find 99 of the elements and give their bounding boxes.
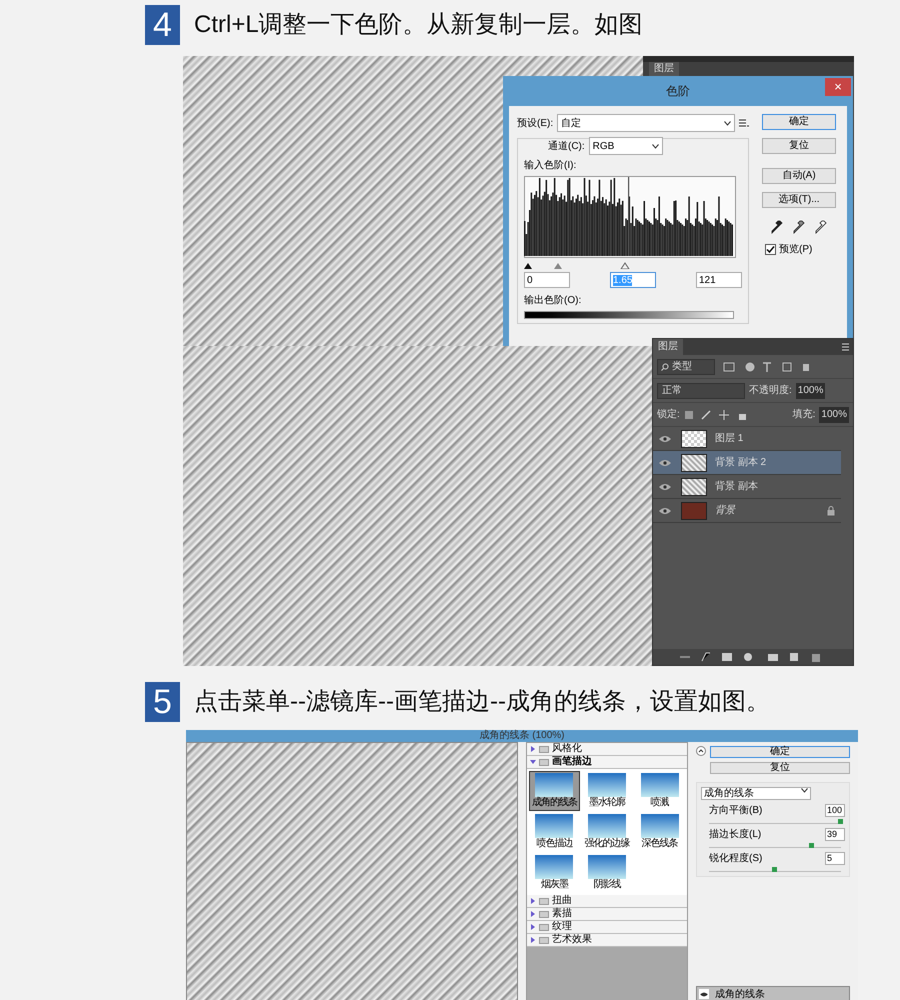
layer-name: 背景	[715, 504, 735, 518]
eye-icon[interactable]	[659, 434, 671, 442]
panel-tab[interactable]: 图层	[653, 339, 683, 355]
field-label: 填充:	[792, 408, 816, 422]
filter-preview-image	[535, 773, 574, 797]
parameter-label: 锐化程度(S)	[709, 852, 762, 866]
opacity-field[interactable]: 100%	[796, 382, 826, 398]
section-label: 输出色阶(O):	[524, 294, 582, 308]
step-number: 4	[145, 5, 180, 45]
input-level-field[interactable]: 0	[524, 272, 570, 288]
parameter-value-field[interactable]: 5	[825, 852, 845, 865]
folder-arrow-icon	[530, 759, 536, 765]
dialog-title: 色阶	[666, 83, 690, 100]
folder-arrow-icon	[530, 898, 536, 904]
filter-folder[interactable]: 画笔描边	[527, 756, 687, 769]
field-label: 通道(C):	[548, 140, 585, 154]
layer-row[interactable]: 背景 副本	[653, 475, 841, 499]
folder-arrow-icon	[530, 937, 536, 943]
layer-row[interactable]: 背景 副本 2	[653, 451, 841, 475]
filter-preview-image	[588, 814, 626, 838]
filter-thumbnail[interactable]: 深色线条	[634, 812, 685, 852]
step-instruction: Ctrl+L调整一下色阶。从新复制一层。如图	[194, 10, 643, 40]
window-title: 成角的线条 (100%)	[479, 730, 564, 742]
lock-options-icons-drawing[interactable]	[684, 410, 748, 420]
preset-dropdown[interactable]: 自定	[557, 114, 735, 132]
filter-thumbnail[interactable]: 阴影线	[582, 853, 632, 893]
filter-preview-image	[588, 773, 626, 797]
filter-folder[interactable]: 艺术效果	[527, 934, 687, 947]
panel-menu-icon[interactable]	[839, 343, 849, 351]
channel-dropdown[interactable]: RGB	[588, 137, 663, 155]
eye-icon[interactable]	[659, 458, 671, 466]
options-menu-icon[interactable]	[739, 118, 749, 128]
parameter-value-field[interactable]: 100	[825, 804, 845, 817]
checkbox-label: 预览(P)	[779, 243, 812, 257]
filter-folder[interactable]: 素描	[527, 908, 687, 921]
field-label: 预设(E):	[517, 116, 554, 130]
chevron-icon	[801, 788, 808, 793]
filter-folder[interactable]: 风格化	[527, 743, 687, 756]
dialog-button[interactable]: 选项(T)...	[762, 192, 836, 208]
filter-folder[interactable]: 纹理	[527, 921, 687, 934]
dialog-button[interactable]: 确定	[710, 746, 850, 758]
filter-thumbnail[interactable]: 喷溅	[634, 771, 685, 811]
layer-filter-dropdown[interactable]: 类型	[657, 358, 715, 374]
filter-preview-image	[640, 814, 679, 838]
fill-field[interactable]: 100%	[819, 406, 849, 422]
layer-name: 背景 副本 2	[715, 456, 766, 470]
chevron-icon	[652, 144, 659, 148]
layer-row[interactable]: 背景	[653, 499, 841, 523]
filter-preview-image	[535, 855, 574, 879]
eye-icon[interactable]	[659, 506, 671, 514]
search-icon	[661, 362, 669, 370]
field-label: 锁定:	[657, 408, 680, 422]
filter-thumbnail[interactable]: 成角的线条	[529, 771, 580, 811]
dialog-button[interactable]: 复位	[762, 138, 836, 154]
parameter-label: 描边长度(L)	[709, 828, 762, 842]
layer-row[interactable]: 图层 1	[653, 427, 841, 451]
folder-arrow-icon	[530, 924, 536, 930]
layer-thumbnail	[681, 430, 707, 448]
eye-icon[interactable]	[700, 992, 708, 996]
input-level-field[interactable]: 121	[696, 272, 742, 288]
field-label: 不透明度:	[749, 384, 792, 398]
panel-tab[interactable]: 图层	[649, 62, 679, 76]
filter-preview-image	[640, 773, 679, 797]
preview-checkbox[interactable]	[765, 244, 776, 255]
layer-name: 图层 1	[715, 432, 744, 446]
layer-thumbnail	[681, 478, 707, 496]
slider-thumb[interactable]	[808, 843, 814, 848]
filter-thumbnail[interactable]: 烟灰墨	[529, 853, 580, 893]
collapse-icon[interactable]	[696, 746, 706, 756]
eye-icon[interactable]	[659, 482, 671, 490]
blend-mode-dropdown[interactable]: 正常	[657, 382, 745, 398]
close-button[interactable]: ×	[825, 78, 851, 96]
section-label: 输入色阶(I):	[524, 158, 578, 173]
step-instruction: 点击菜单--滤镜库--画笔描边--成角的线条，设置如图。	[194, 687, 770, 717]
slider-thumb[interactable]	[838, 819, 843, 824]
filter-thumbnail[interactable]: 墨水轮廓	[582, 771, 632, 811]
filter-preview-image	[588, 855, 626, 879]
parameter-label: 方向平衡(B)	[709, 804, 762, 818]
step-number: 5	[145, 682, 180, 722]
folder-arrow-icon	[530, 911, 536, 917]
dialog-button[interactable]: 自动(A)	[762, 168, 836, 184]
dialog-button[interactable]: 确定	[762, 114, 836, 130]
filter-dropdown[interactable]: 成角的线条	[701, 787, 811, 800]
eyedropper-icon[interactable]	[815, 220, 827, 234]
filter-folder[interactable]: 扭曲	[527, 895, 687, 908]
parameter-value-field[interactable]: 39	[825, 828, 845, 841]
dialog-button[interactable]: 复位	[710, 762, 850, 774]
layer-name: 背景 副本	[715, 480, 758, 494]
filter-preview-image	[535, 814, 574, 838]
slider-thumb[interactable]	[772, 867, 777, 872]
filter-thumbnail[interactable]: 喷色描边	[529, 812, 580, 852]
folder-arrow-icon	[530, 746, 536, 752]
chevron-icon	[724, 120, 731, 126]
filter-thumbnail[interactable]: 强化的边缘	[582, 812, 632, 852]
layer-thumbnail	[681, 454, 707, 472]
layer-thumbnail	[681, 502, 707, 520]
effect-layer-row[interactable]: 成角的线条	[696, 986, 850, 1000]
eyedropper-icon[interactable]	[771, 220, 783, 234]
eyedropper-icon[interactable]	[793, 220, 805, 234]
